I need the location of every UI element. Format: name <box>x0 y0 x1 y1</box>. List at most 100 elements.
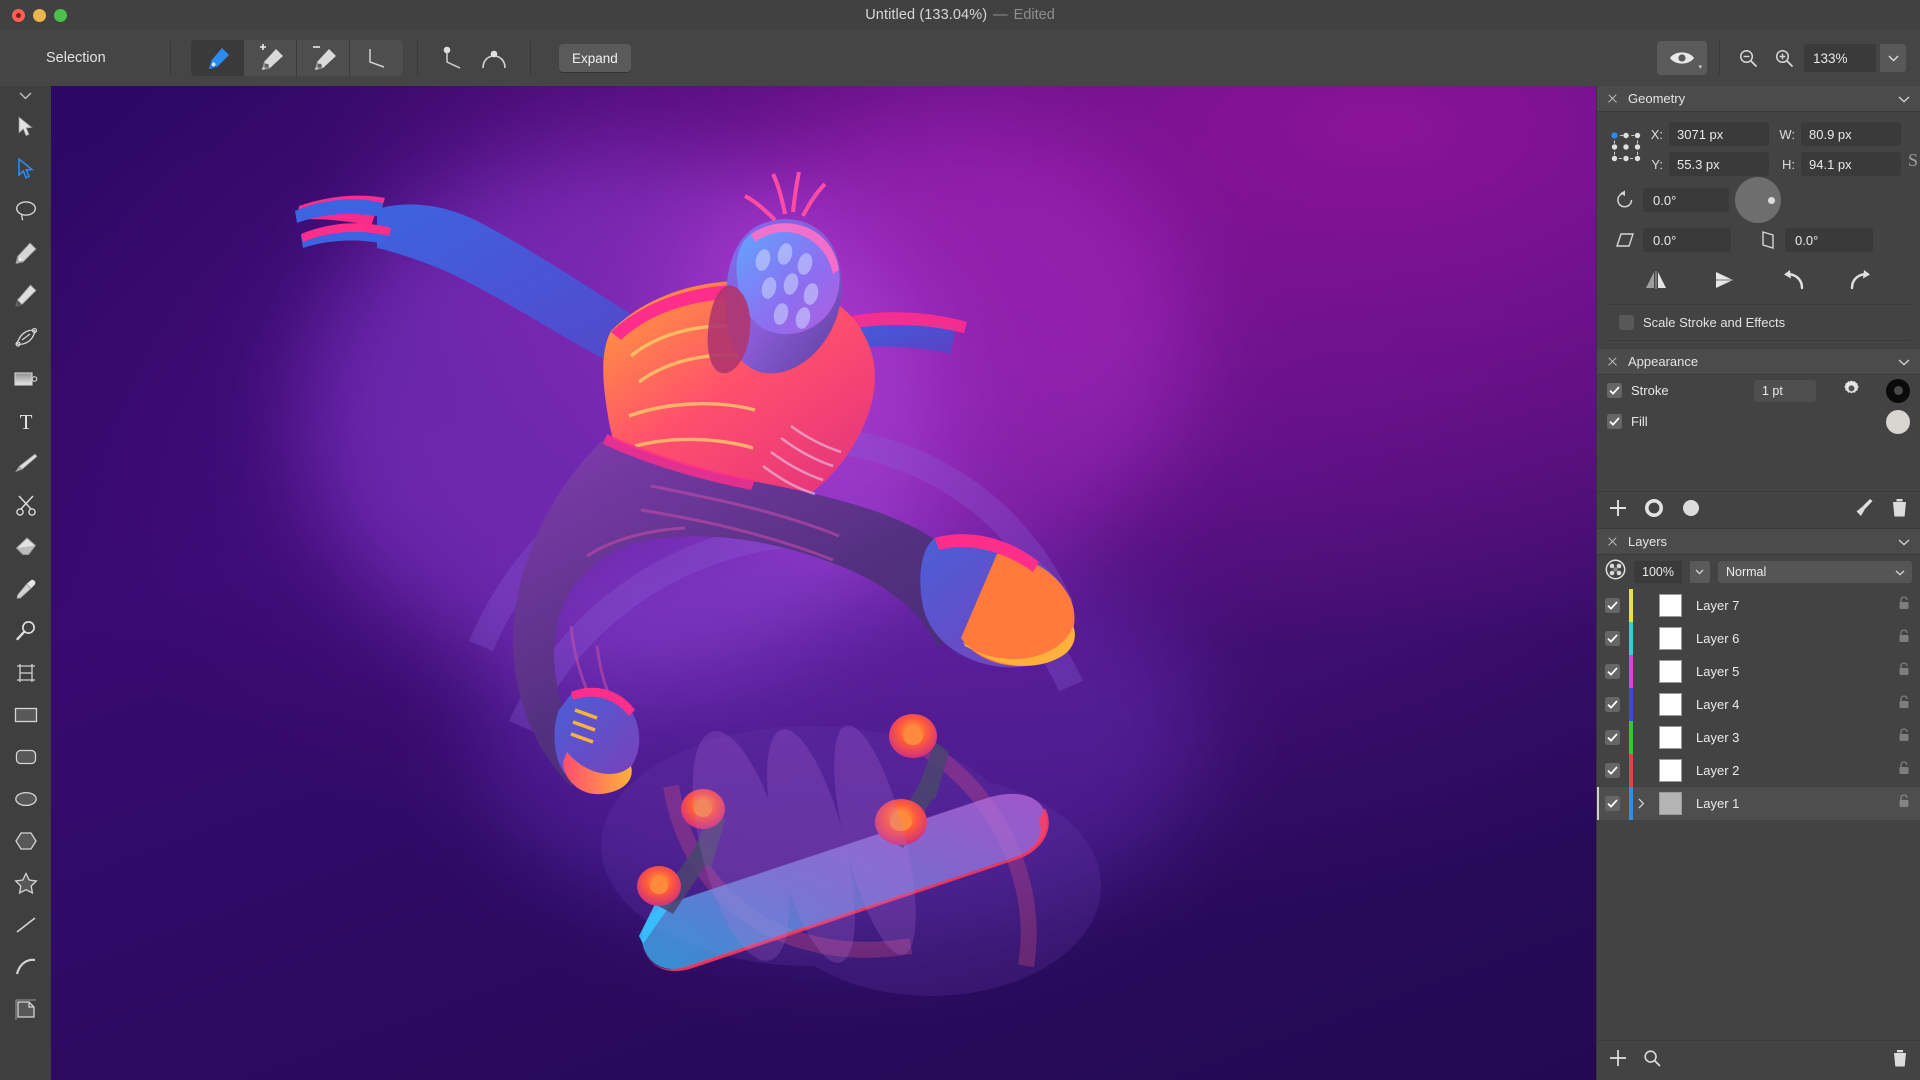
zoom-level-input[interactable]: 133% <box>1804 44 1876 72</box>
add-fill-button[interactable] <box>1681 498 1701 523</box>
fill-gradient-tool[interactable] <box>0 358 51 400</box>
minimize-button[interactable] <box>33 9 46 22</box>
pencil-tool[interactable] <box>0 274 51 316</box>
x-input[interactable]: 3071 px <box>1669 122 1769 146</box>
lock-icon[interactable] <box>1898 629 1910 648</box>
clear-appearance-button[interactable] <box>1854 498 1874 523</box>
close-icon[interactable] <box>1607 93 1618 104</box>
layer-visibility-checkbox[interactable] <box>1605 598 1620 613</box>
link-ratio-icon[interactable]: S <box>1908 150 1918 171</box>
chevron-down-icon[interactable] <box>1898 90 1910 108</box>
flip-horizontal-button[interactable] <box>1640 266 1674 294</box>
layer-list[interactable]: Layer 7 Layer 6 <box>1597 589 1920 1040</box>
layer-visibility-checkbox[interactable] <box>1605 631 1620 646</box>
expand-button[interactable]: Expand <box>559 44 631 72</box>
rounded-rectangle-tool[interactable] <box>0 736 51 778</box>
maximize-button[interactable] <box>54 9 67 22</box>
rotation-input[interactable]: 0.0° <box>1643 188 1729 212</box>
layer-opacity-input[interactable]: 100% <box>1634 561 1682 583</box>
corner-node-button[interactable] <box>350 40 403 76</box>
lock-icon[interactable] <box>1898 695 1910 714</box>
star-tool[interactable] <box>0 862 51 904</box>
view-mode-button[interactable]: ▾ <box>1657 41 1707 75</box>
zoom-in-button[interactable] <box>1768 40 1800 76</box>
delete-appearance-button[interactable] <box>1891 498 1908 523</box>
stroke-checkbox[interactable] <box>1607 383 1622 398</box>
rotate-clockwise-button[interactable] <box>1844 266 1878 294</box>
layer-row[interactable]: Layer 6 <box>1597 622 1920 655</box>
chevron-down-icon[interactable] <box>1898 533 1910 551</box>
node-tool[interactable] <box>0 148 51 190</box>
scale-stroke-checkbox[interactable] <box>1619 315 1634 330</box>
vector-crop-tool[interactable] <box>0 526 51 568</box>
lock-icon[interactable] <box>1898 761 1910 780</box>
lock-icon[interactable] <box>1898 794 1910 813</box>
scale-stroke-row[interactable]: Scale Stroke and Effects <box>1607 305 1910 341</box>
layer-visibility-checkbox[interactable] <box>1605 664 1620 679</box>
close-button[interactable] <box>12 9 25 22</box>
add-appearance-button[interactable] <box>1609 499 1627 522</box>
rotation-dial[interactable] <box>1735 177 1781 223</box>
fill-color-swatch[interactable] <box>1886 410 1910 434</box>
flip-vertical-button[interactable] <box>1708 266 1742 294</box>
blend-mode-select[interactable]: Normal <box>1718 561 1912 583</box>
artboard[interactable] <box>51 86 1596 1080</box>
stroke-settings-button[interactable] <box>1842 379 1861 403</box>
height-input[interactable]: 94.1 px <box>1801 152 1901 176</box>
scissors-tool[interactable] <box>0 484 51 526</box>
knife-tool[interactable] <box>0 442 51 484</box>
y-input[interactable]: 55.3 px <box>1669 152 1769 176</box>
layer-visibility-checkbox[interactable] <box>1605 730 1620 745</box>
move-tool[interactable] <box>0 106 51 148</box>
shear-y-input[interactable]: 0.0° <box>1785 228 1873 252</box>
chevron-down-icon[interactable] <box>1898 353 1910 371</box>
anchor-point-selector[interactable] <box>1609 130 1643 164</box>
add-node-button[interactable] <box>244 40 297 76</box>
zoom-tool[interactable] <box>0 610 51 652</box>
close-icon[interactable] <box>1607 356 1618 367</box>
layer-visibility-checkbox[interactable] <box>1605 763 1620 778</box>
width-input[interactable]: 80.9 px <box>1801 122 1901 146</box>
rectangle-tool[interactable] <box>0 694 51 736</box>
layer-expand-arrow[interactable] <box>1637 798 1646 809</box>
corner-shape-tool[interactable] <box>0 988 51 1030</box>
zoom-out-button[interactable] <box>1732 40 1764 76</box>
polygon-tool[interactable] <box>0 820 51 862</box>
line-tool[interactable] <box>0 904 51 946</box>
lock-icon[interactable] <box>1898 728 1910 747</box>
color-picker-tool[interactable] <box>0 568 51 610</box>
layer-row[interactable]: Layer 7 <box>1597 589 1920 622</box>
opacity-checker-icon[interactable] <box>1605 559 1626 585</box>
stroke-color-swatch[interactable] <box>1886 379 1910 403</box>
layer-row[interactable]: Layer 4 <box>1597 688 1920 721</box>
rotate-counterclockwise-button[interactable] <box>1776 266 1810 294</box>
toolbar-collapse-button[interactable] <box>0 86 51 106</box>
layer-row[interactable]: Layer 2 <box>1597 754 1920 787</box>
fill-checkbox[interactable] <box>1607 414 1622 429</box>
ellipse-tool[interactable] <box>0 778 51 820</box>
canvas-area[interactable] <box>51 86 1596 1080</box>
search-layers-button[interactable] <box>1643 1049 1661 1072</box>
artboard-tool[interactable] <box>0 652 51 694</box>
zoom-preset-dropdown[interactable] <box>1880 44 1906 72</box>
smooth-node-button[interactable] <box>474 40 516 76</box>
lock-icon[interactable] <box>1898 662 1910 681</box>
lock-icon[interactable] <box>1898 596 1910 615</box>
shear-x-input[interactable]: 0.0° <box>1643 228 1731 252</box>
layer-row[interactable]: Layer 5 <box>1597 655 1920 688</box>
layer-row[interactable]: Layer 1 <box>1597 787 1920 820</box>
remove-node-button[interactable] <box>297 40 350 76</box>
delete-layer-button[interactable] <box>1892 1049 1908 1073</box>
vector-brush-tool[interactable] <box>0 316 51 358</box>
pen-tool[interactable] <box>0 232 51 274</box>
layer-visibility-checkbox[interactable] <box>1605 796 1620 811</box>
pen-tool-button[interactable] <box>191 40 244 76</box>
arc-tool[interactable] <box>0 946 51 988</box>
layer-visibility-checkbox[interactable] <box>1605 697 1620 712</box>
close-icon[interactable] <box>1607 536 1618 547</box>
text-tool[interactable]: T <box>0 400 51 442</box>
lasso-selection-tool[interactable] <box>0 190 51 232</box>
stroke-width-input[interactable]: 1 pt <box>1754 380 1816 402</box>
add-layer-button[interactable] <box>1609 1049 1627 1072</box>
layer-row[interactable]: Layer 3 <box>1597 721 1920 754</box>
